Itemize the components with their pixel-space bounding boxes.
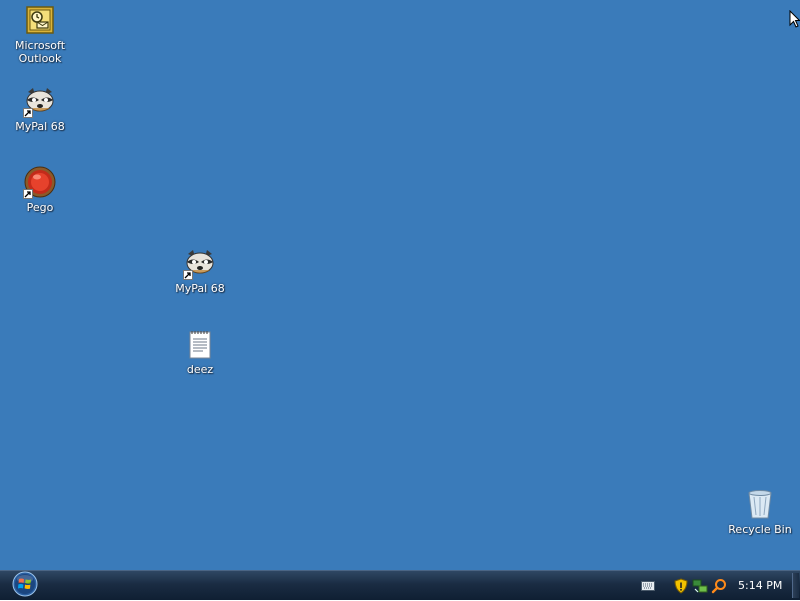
mouse-cursor-icon — [789, 9, 800, 32]
start-button[interactable] — [8, 571, 42, 601]
desktop-icon-microsoft-outlook[interactable]: Microsoft Outlook — [0, 3, 80, 65]
text-document-icon — [183, 327, 217, 361]
search-icon[interactable] — [711, 578, 727, 594]
shortcut-arrow-icon — [23, 189, 33, 199]
icon-label: Microsoft Outlook — [14, 39, 66, 65]
desktop-icon-recycle-bin[interactable]: Recycle Bin — [720, 487, 800, 536]
desktop-icon-mypal-68[interactable]: MyPal 68 — [0, 84, 80, 133]
security-shield-icon[interactable] — [673, 577, 689, 594]
raccoon-icon — [23, 84, 57, 118]
taskbar: 5:14 PM — [0, 570, 800, 600]
taskbar-clock[interactable]: 5:14 PM — [738, 571, 782, 600]
desktop-icon-pego[interactable]: Pego — [0, 165, 80, 214]
network-icon[interactable] — [692, 578, 708, 594]
icon-label: Recycle Bin — [728, 523, 792, 536]
icon-label: MyPal 68 — [15, 120, 65, 133]
shortcut-arrow-icon — [183, 270, 193, 280]
red-button-icon — [23, 165, 57, 199]
desktop-icon-deez[interactable]: deez — [160, 327, 240, 376]
outlook-icon — [23, 3, 57, 37]
desktop[interactable]: Microsoft Outlook MyPal 68 Pego MyPal 68… — [0, 0, 800, 570]
icon-label: MyPal 68 — [175, 282, 225, 295]
icon-label: Pego — [26, 201, 54, 214]
shortcut-arrow-icon — [23, 108, 33, 118]
recycle-bin-icon — [743, 487, 777, 521]
keyboard-icon[interactable] — [640, 578, 656, 594]
desktop-icon-mypal-68[interactable]: MyPal 68 — [160, 246, 240, 295]
icon-label: deez — [186, 363, 214, 376]
windows-orb-icon — [12, 571, 38, 601]
raccoon-icon — [183, 246, 217, 280]
system-tray — [640, 571, 730, 600]
show-desktop-button[interactable] — [792, 573, 799, 598]
